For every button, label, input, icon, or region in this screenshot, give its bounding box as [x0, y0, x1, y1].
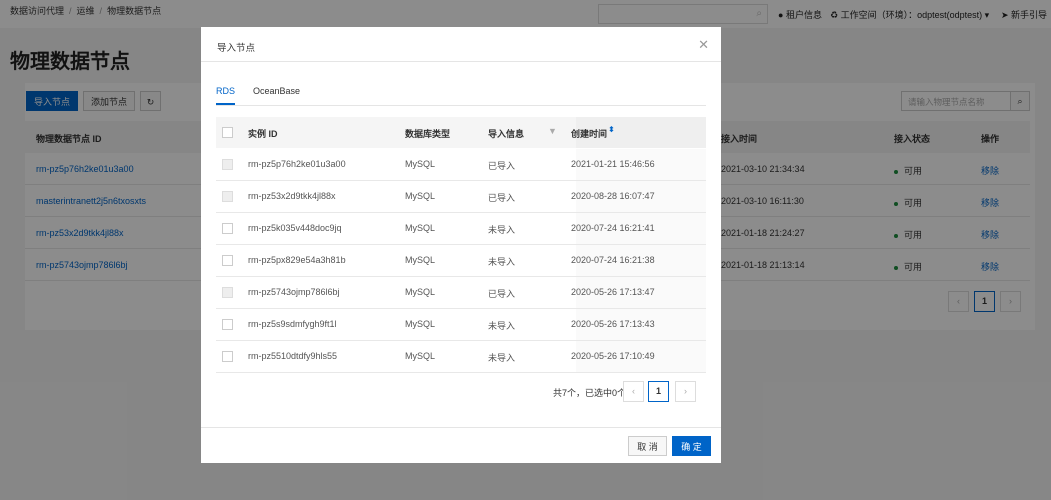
dialog-page-1[interactable]: 1 [648, 381, 669, 402]
cancel-button[interactable]: 取 消 [628, 436, 667, 456]
import-info: 已导入 [488, 289, 516, 299]
row-checkbox [222, 159, 233, 170]
instance-id: rm-pz5k035v448doc9jq [248, 223, 342, 233]
dialog-table-header: 实例 ID 数据库类型 导入信息 ▼ 创建时间 ⬍ [216, 117, 706, 148]
db-type: MySQL [405, 223, 436, 233]
row-checkbox[interactable] [222, 223, 233, 234]
row-checkbox [222, 287, 233, 298]
instance-id: rm-pz53x2d9tkk4jl88x [248, 191, 336, 201]
row-checkbox[interactable] [222, 351, 233, 362]
instance-row: rm-pz5px829e54a3h81b MySQL 未导入 2020-07-2… [216, 245, 706, 277]
db-type: MySQL [405, 287, 436, 297]
close-icon[interactable]: ✕ [698, 37, 709, 53]
row-checkbox[interactable] [222, 319, 233, 330]
created-time: 2020-05-26 17:13:47 [571, 287, 655, 297]
import-info: 未导入 [488, 257, 516, 267]
import-node-dialog: 导入节点 ✕ RDS OceanBase 实例 ID 数据库类型 导入信息 ▼ … [201, 27, 721, 463]
dialog-next-page[interactable]: › [675, 381, 696, 402]
selection-summary: 共7个，已选中0个 [553, 388, 627, 398]
tab-bar: RDS OceanBase [216, 84, 706, 106]
col-import-info: 导入信息 [488, 129, 525, 139]
import-info: 未导入 [488, 353, 516, 363]
db-type: MySQL [405, 255, 436, 265]
instance-row: rm-pz5s9sdmfygh9ft1l MySQL 未导入 2020-05-2… [216, 309, 706, 341]
instance-id: rm-pz5510dtdfy9hls55 [248, 351, 338, 361]
instance-row: rm-pz5510dtdfy9hls55 MySQL 未导入 2020-05-2… [216, 341, 706, 373]
row-checkbox [222, 191, 233, 202]
instance-row: rm-pz5k035v448doc9jq MySQL 未导入 2020-07-2… [216, 213, 706, 245]
import-info: 已导入 [488, 161, 516, 171]
col-instance-id: 实例 ID [248, 129, 278, 139]
import-info: 未导入 [488, 321, 516, 331]
instance-row: rm-pz53x2d9tkk4jl88x MySQL 已导入 2020-08-2… [216, 181, 706, 213]
instance-id: rm-pz5px829e54a3h81b [248, 255, 346, 265]
col-created-time[interactable]: 创建时间 [571, 127, 607, 140]
dialog-title: 导入节点 [217, 43, 256, 54]
created-time: 2020-05-26 17:10:49 [571, 351, 655, 361]
col-db-type: 数据库类型 [405, 129, 451, 139]
confirm-button[interactable]: 确 定 [672, 436, 711, 456]
created-time: 2020-07-24 16:21:38 [571, 255, 655, 265]
created-time: 2020-08-28 16:07:47 [571, 191, 655, 201]
row-checkbox[interactable] [222, 255, 233, 266]
sort-icon[interactable]: ⬍ [608, 125, 615, 134]
dialog-prev-page[interactable]: ‹ [623, 381, 644, 402]
instance-id: rm-pz5p76h2ke01u3a00 [248, 159, 346, 169]
instance-row: rm-pz5743ojmp786l6bj MySQL 已导入 2020-05-2… [216, 277, 706, 309]
tab-oceanbase[interactable]: OceanBase [253, 86, 300, 96]
select-all-checkbox[interactable] [222, 127, 233, 138]
filter-icon[interactable]: ▼ [548, 126, 557, 136]
created-time: 2020-07-24 16:21:41 [571, 223, 655, 233]
instance-id: rm-pz5743ojmp786l6bj [248, 287, 340, 297]
db-type: MySQL [405, 351, 436, 361]
created-time: 2021-01-21 15:46:56 [571, 159, 655, 169]
created-time: 2020-05-26 17:13:43 [571, 319, 655, 329]
db-type: MySQL [405, 319, 436, 329]
db-type: MySQL [405, 191, 436, 201]
instance-id: rm-pz5s9sdmfygh9ft1l [248, 319, 337, 329]
instance-row: rm-pz5p76h2ke01u3a00 MySQL 已导入 2021-01-2… [216, 149, 706, 181]
import-info: 未导入 [488, 225, 516, 235]
tab-rds[interactable]: RDS [216, 86, 236, 105]
import-info: 已导入 [488, 193, 516, 203]
db-type: MySQL [405, 159, 436, 169]
